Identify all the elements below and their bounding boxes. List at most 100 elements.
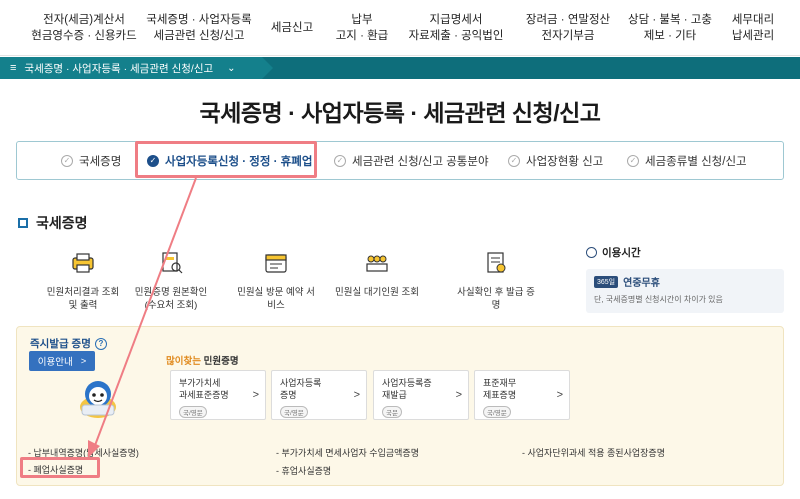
nav-item-payment[interactable]: 납부 고지 · 환급 bbox=[330, 0, 394, 56]
nav-item-line1: 세금신고 bbox=[270, 22, 314, 34]
service-line2: (수요처 조회) bbox=[144, 300, 198, 311]
calendar-icon bbox=[263, 252, 289, 274]
tab-by-tax-type[interactable]: ✓ 세금종류별 신청/신고 bbox=[627, 142, 747, 179]
nav-item-line1: 장려금 · 연말정산 bbox=[525, 14, 611, 26]
nav-item-line2: 제보 · 기타 bbox=[643, 30, 697, 42]
cert-name: 사업자등록증 재발급 bbox=[382, 377, 432, 401]
printer-icon bbox=[70, 252, 96, 274]
square-bullet-icon bbox=[18, 218, 28, 228]
service-original-check[interactable]: 민원증명 원본확인 (수요처 조회) bbox=[128, 252, 214, 312]
nav-item-line2: 현금영수증 · 신용카드 bbox=[31, 30, 137, 42]
nav-item-line2: 납세관리 bbox=[731, 30, 775, 42]
highlight-box-tab bbox=[135, 141, 317, 178]
tab-tax-certificates[interactable]: ✓ 국세증명 bbox=[61, 142, 121, 179]
nav-item-certificates[interactable]: 국세증명 · 사업자등록 세금관련 신청/신고 bbox=[143, 0, 255, 56]
nav-item-line1: 납부 bbox=[351, 14, 373, 26]
cert-card-vat-base[interactable]: 부가가치세 과세표준증명 국/영문 > bbox=[170, 370, 266, 420]
service-result-inquiry[interactable]: 민원처리결과 조회 및 출력 bbox=[40, 252, 126, 312]
hours-header: 이용시간 bbox=[586, 245, 784, 260]
nav-item-line2: 자료제출 · 공익법인 bbox=[408, 30, 504, 42]
cert-name-line2: 과세표준증명 bbox=[179, 390, 229, 400]
service-line1: 사실확인 후 발급 증명 bbox=[457, 287, 535, 311]
usage-guide-button[interactable]: 이용안내 > bbox=[29, 351, 95, 371]
check-circle-icon: ✓ bbox=[627, 154, 639, 167]
tab-common-applications[interactable]: ✓ 세금관련 신청/신고 공통분야 bbox=[334, 142, 489, 179]
nav-item-tax-agent[interactable]: 세무대리 납세관리 bbox=[722, 0, 784, 56]
nav-item-consulting[interactable]: 상담 · 불복 · 고충 제보 · 기타 bbox=[622, 0, 718, 56]
popular-accent: 많이찾는 bbox=[166, 356, 201, 367]
cert-name-line2: 제표증명 bbox=[483, 390, 517, 400]
nav-item-tax-filing[interactable]: 세금신고 bbox=[262, 0, 322, 56]
cert-card-business-registration[interactable]: 사업자등록 증명 국/영문 > bbox=[271, 370, 367, 420]
link-tax-exempt-income-cert[interactable]: - 부가가치세 면세사업자 수입금액증명 bbox=[276, 446, 419, 459]
hours-badge: 365일 bbox=[594, 275, 619, 288]
chevron-right-icon: > bbox=[252, 389, 259, 401]
category-tabs: ✓ 국세증명 ✓ 사업자등록신청 · 정정 · 휴폐업 ✓ 세금관련 신청/신고… bbox=[16, 141, 784, 180]
popular-rest: 민원증명 bbox=[200, 356, 239, 367]
document-search-icon bbox=[158, 252, 184, 274]
cert-name: 부가가치세 과세표준증명 bbox=[179, 377, 229, 401]
tab-label: 국세증명 bbox=[79, 155, 122, 168]
cert-name: 사업자등록 증명 bbox=[280, 377, 321, 401]
service-hours: 이용시간 365일 연중무휴 단, 국세증명별 신청시간이 차이가 있음 bbox=[586, 245, 784, 313]
chevron-down-icon: ⌄ bbox=[227, 62, 236, 74]
mascot-illustration bbox=[74, 377, 122, 421]
help-icon[interactable]: ? bbox=[94, 337, 107, 350]
nav-item-line1: 상담 · 불복 · 고충 bbox=[628, 14, 712, 26]
breadcrumb[interactable]: ≡ 국세증명 · 사업자등록 · 세금관련 신청/신고 ⌄ bbox=[0, 57, 273, 79]
nav-item-line1: 국세증명 · 사업자등록 bbox=[146, 14, 252, 26]
hours-headline: 연중무휴 bbox=[623, 278, 660, 289]
cert-name: 표준재무 제표증명 bbox=[483, 377, 516, 401]
cert-language-tag: 국/영문 bbox=[280, 406, 308, 418]
page-title: 국세증명 · 사업자등록 · 세금관련 신청/신고 bbox=[199, 100, 601, 126]
clock-icon bbox=[586, 247, 597, 258]
nav-item-line1: 전자(세금)계산서 bbox=[43, 14, 125, 26]
hours-note: 단, 국세증명별 신청시간이 차이가 있음 bbox=[594, 295, 723, 304]
queue-icon bbox=[364, 252, 390, 274]
cert-name-line1: 사업자등록 bbox=[280, 378, 322, 388]
certificate-icon bbox=[483, 252, 509, 274]
service-line2: 및 출력 bbox=[68, 300, 98, 311]
nav-item-line2: 고지 · 환급 bbox=[335, 30, 389, 42]
link-suspension-cert[interactable]: - 휴업사실증명 bbox=[276, 464, 331, 477]
link-subsidiary-business-cert[interactable]: - 사업자단위과세 적용 종된사업장증명 bbox=[522, 446, 665, 459]
section-title-text: 국세증명 bbox=[36, 215, 88, 231]
nav-item-line2: 세금관련 신청/신고 bbox=[153, 30, 245, 42]
cert-card-registration-reissue[interactable]: 사업자등록증 재발급 국문 > bbox=[373, 370, 469, 420]
service-line1: 민원실 대기인원 조회 bbox=[335, 287, 419, 298]
check-circle-icon: ✓ bbox=[334, 154, 346, 167]
tab-label: 세금종류별 신청/신고 bbox=[645, 155, 747, 168]
breadcrumb-label: 국세증명 · 사업자등록 · 세금관련 신청/신고 bbox=[24, 62, 214, 75]
section-title: 국세증명 bbox=[18, 213, 88, 233]
tab-business-status-report[interactable]: ✓ 사업장현황 신고 bbox=[508, 142, 603, 179]
breadcrumb-bar: ≡ 국세증명 · 사업자등록 · 세금관련 신청/신고 ⌄ bbox=[0, 57, 800, 79]
chevron-right-icon: > bbox=[353, 389, 360, 401]
cert-name-line1: 표준재무 bbox=[483, 378, 517, 388]
cert-name-line2: 재발급 bbox=[382, 390, 407, 400]
menu-icon: ≡ bbox=[10, 62, 17, 74]
hours-card: 365일 연중무휴 단, 국세증명별 신청시간이 차이가 있음 bbox=[586, 269, 784, 313]
hours-title: 이용시간 bbox=[602, 247, 641, 259]
cert-name-line2: 증명 bbox=[280, 390, 297, 400]
service-line1: 민원처리결과 조회 bbox=[46, 287, 120, 298]
nav-item-incentives[interactable]: 장려금 · 연말정산 전자기부금 bbox=[518, 0, 618, 56]
nav-item-payment-statement[interactable]: 지급명세서 자료제출 · 공익법인 bbox=[402, 0, 510, 56]
chevron-right-icon: > bbox=[80, 355, 87, 367]
nav-item-e-invoice[interactable]: 전자(세금)계산서 현금영수증 · 신용카드 bbox=[28, 0, 140, 56]
cert-card-financial-statement[interactable]: 표준재무 제표증명 국/영문 > bbox=[474, 370, 570, 420]
service-visit-reservation[interactable]: 민원실 방문 예약 서비스 bbox=[233, 252, 319, 312]
service-verified-issue[interactable]: 사실확인 후 발급 증명 bbox=[453, 252, 539, 312]
nav-item-line1: 세무대리 bbox=[731, 14, 775, 26]
check-circle-icon: ✓ bbox=[61, 154, 73, 167]
highlight-box-closure bbox=[20, 457, 100, 478]
nav-item-line1: 지급명세서 bbox=[429, 14, 483, 26]
usage-guide-label: 이용안내 bbox=[37, 357, 73, 368]
check-circle-icon: ✓ bbox=[508, 154, 520, 167]
service-waiting-inquiry[interactable]: 민원실 대기인원 조회 bbox=[334, 252, 420, 299]
hours-headline-row: 365일 연중무휴 bbox=[594, 274, 776, 289]
popular-certs-label: 많이찾는 민원증명 bbox=[166, 353, 239, 367]
cert-name-line1: 사업자등록증 bbox=[382, 378, 432, 388]
instant-issue-title-text: 즉시발급 증명 bbox=[30, 338, 91, 350]
service-line1: 민원증명 원본확인 bbox=[134, 287, 208, 298]
cert-language-tag: 국/영문 bbox=[179, 406, 207, 418]
